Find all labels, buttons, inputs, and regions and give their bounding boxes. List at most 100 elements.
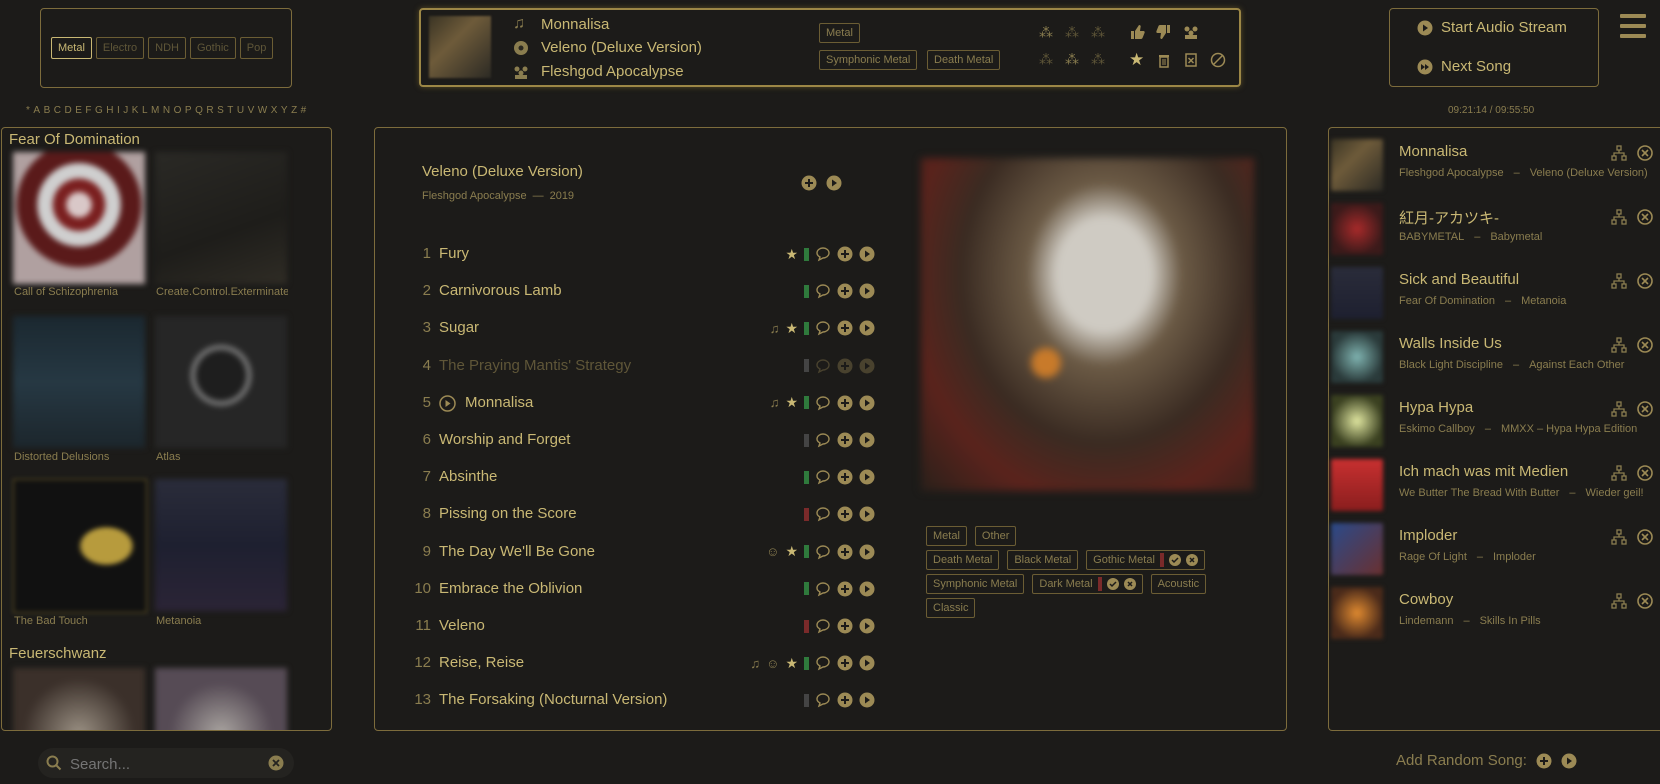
album-tag[interactable]: Symphonic Metal (926, 574, 1025, 594)
track-row[interactable]: 3 Sugar ♫ ★ (405, 313, 875, 343)
alpha-index-item[interactable]: S (217, 105, 224, 116)
alpha-index-item[interactable]: # (301, 105, 307, 116)
remove-from-queue-icon[interactable] (1637, 593, 1653, 609)
album-cover[interactable] (13, 316, 145, 448)
alpha-index-item[interactable]: A (33, 105, 40, 116)
now-playing-tag-death-metal[interactable]: Death Metal (927, 50, 1001, 70)
comment-icon[interactable] (815, 506, 831, 522)
queue-item[interactable]: Sick and Beautiful Fear Of Domination – Met… (1331, 263, 1660, 323)
play-track-icon[interactable] (859, 320, 875, 336)
now-playing-tag-metal[interactable]: Metal (819, 23, 860, 43)
hierarchy-icon[interactable] (1611, 209, 1627, 225)
add-track-icon[interactable] (837, 692, 853, 708)
remove-from-queue-icon[interactable] (1637, 337, 1653, 353)
rating-bar[interactable] (804, 284, 809, 298)
album-cover[interactable] (13, 479, 147, 613)
rating-bar[interactable] (804, 396, 809, 410)
remove-from-queue-icon[interactable] (1637, 209, 1653, 225)
genre-filter-pop[interactable]: Pop (239, 37, 274, 59)
hierarchy-icon[interactable] (1611, 401, 1627, 417)
comment-icon[interactable] (815, 432, 831, 448)
alpha-index-item[interactable]: W (258, 105, 268, 116)
track-row[interactable]: 7 Absinthe (405, 462, 875, 492)
album-artist[interactable]: Fleshgod Apocalypse (422, 190, 527, 202)
alpha-index-item[interactable]: Y (281, 105, 288, 116)
add-track-icon[interactable] (837, 283, 853, 299)
play-album-icon[interactable] (826, 175, 842, 191)
alpha-index-item[interactable]: * (26, 105, 30, 116)
add-track-icon[interactable] (837, 246, 853, 262)
alpha-index-item[interactable]: U (237, 105, 245, 116)
genre-filter-electro[interactable]: Electro (95, 37, 145, 59)
add-track-icon[interactable] (837, 618, 853, 634)
play-track-icon[interactable] (859, 618, 875, 634)
alpha-index-item[interactable]: B (44, 105, 51, 116)
play-track-icon[interactable] (859, 692, 875, 708)
comment-icon[interactable] (815, 544, 831, 560)
album-cover[interactable] (13, 668, 145, 730)
check-icon[interactable] (1106, 578, 1119, 590)
play-track-icon[interactable] (859, 655, 875, 671)
alpha-index-item[interactable]: X (271, 105, 278, 116)
play-track-icon[interactable] (859, 246, 875, 262)
sparkle-icon[interactable]: ⁂ (1065, 51, 1091, 68)
album-cover[interactable] (155, 479, 287, 611)
alpha-index-item[interactable]: D (64, 105, 72, 116)
remove-from-queue-icon[interactable] (1637, 145, 1653, 161)
play-random-song-icon[interactable] (1561, 753, 1577, 769)
play-track-icon[interactable] (859, 283, 875, 299)
album-tag[interactable]: Acoustic (1150, 574, 1207, 594)
alpha-index-item[interactable]: O (174, 105, 182, 116)
rating-bar[interactable] (804, 433, 809, 447)
alpha-index-item[interactable]: Z (291, 105, 298, 116)
remove-from-queue-icon[interactable] (1637, 529, 1653, 545)
comment-icon[interactable] (815, 320, 831, 336)
comment-icon[interactable] (815, 618, 831, 634)
rating-bar[interactable] (804, 545, 809, 559)
album-tag[interactable]: Other (974, 526, 1017, 546)
album-tag[interactable]: Death Metal (926, 550, 1000, 570)
play-track-icon[interactable] (859, 358, 875, 374)
alpha-index-item[interactable]: C (54, 105, 62, 116)
track-row[interactable]: 12 Reise, Reise ♫ ☺ ★ (405, 648, 875, 678)
add-track-icon[interactable] (837, 655, 853, 671)
comment-icon[interactable] (815, 581, 831, 597)
genre-filter-metal[interactable]: Metal (51, 37, 92, 59)
add-track-icon[interactable] (837, 544, 853, 560)
track-row[interactable]: 13 The Forsaking (Nocturnal Version) (405, 685, 875, 715)
remove-from-queue-icon[interactable] (1637, 401, 1653, 417)
alpha-index-item[interactable]: Q (195, 105, 203, 116)
rating-bar[interactable] (804, 247, 809, 261)
remove-file-icon[interactable] (1183, 52, 1210, 68)
alpha-index-item[interactable]: L (142, 105, 148, 116)
album-tag[interactable]: Classic (926, 598, 976, 618)
sparkle-icon[interactable]: ⁂ (1065, 24, 1091, 41)
star-icon[interactable]: ★ (1129, 51, 1156, 68)
sparkle-icon[interactable]: ⁂ (1091, 51, 1117, 68)
add-track-icon[interactable] (837, 358, 853, 374)
comment-icon[interactable] (815, 358, 831, 374)
play-track-icon[interactable] (859, 544, 875, 560)
remove-from-queue-icon[interactable] (1637, 465, 1653, 481)
start-audio-stream-button[interactable]: Start Audio Stream (1417, 19, 1567, 36)
hierarchy-icon[interactable] (1611, 593, 1627, 609)
play-track-icon[interactable] (859, 395, 875, 411)
hierarchy-icon[interactable] (1611, 465, 1627, 481)
sparkle-icon[interactable]: ⁂ (1039, 51, 1065, 68)
hierarchy-icon[interactable] (1611, 145, 1627, 161)
close-icon[interactable] (1185, 554, 1198, 566)
rating-bar[interactable] (804, 321, 809, 335)
thumbs-up-icon[interactable] (1129, 24, 1156, 40)
close-icon[interactable] (1123, 578, 1136, 590)
trash-icon[interactable] (1156, 52, 1183, 68)
track-row[interactable]: 5 Monnalisa ♫ ★ (405, 388, 875, 418)
album-cover[interactable] (13, 152, 145, 284)
rating-bar[interactable] (804, 507, 809, 521)
star-icon[interactable]: ★ (785, 655, 798, 672)
add-random-song-icon[interactable] (1536, 753, 1552, 769)
artist-heading[interactable]: Fear Of Domination (9, 131, 140, 148)
alpha-index-item[interactable]: M (151, 105, 160, 116)
menu-icon[interactable] (1620, 14, 1646, 38)
alpha-index-item[interactable]: G (95, 105, 103, 116)
alpha-index-item[interactable]: E (75, 105, 82, 116)
